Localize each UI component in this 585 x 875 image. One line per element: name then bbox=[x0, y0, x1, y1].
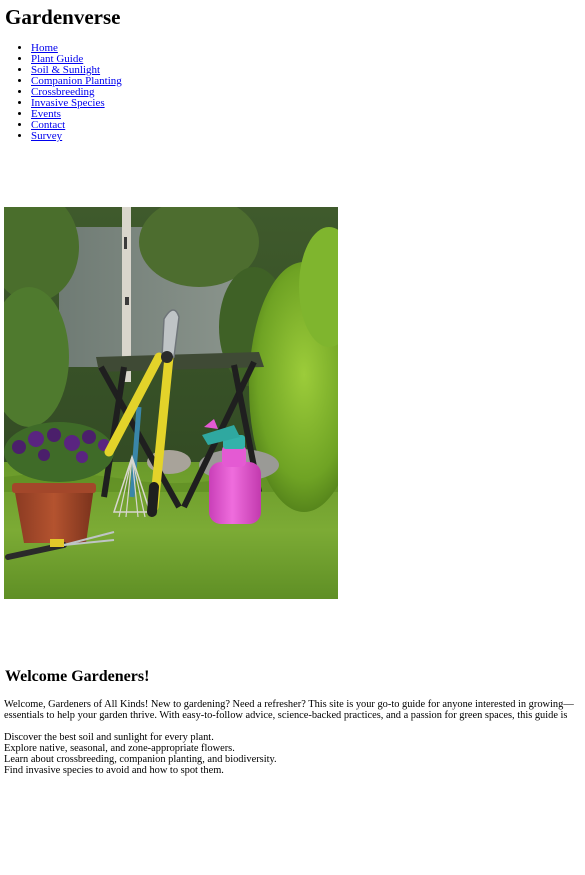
welcome-heading: Welcome Gardeners! bbox=[5, 668, 150, 685]
feature-item: Learn about crossbreeding, companion pla… bbox=[4, 754, 277, 765]
feature-item: Discover the best soil and sunlight for … bbox=[4, 732, 214, 743]
feature-list: Discover the best soil and sunlight for … bbox=[4, 732, 277, 776]
main-nav: Home Plant Guide Soil & Sunlight Compani… bbox=[5, 43, 122, 142]
intro-line: Welcome, Gardeners of All Kinds! New to … bbox=[4, 699, 574, 710]
hero-image bbox=[4, 207, 338, 599]
nav-item-survey: Survey bbox=[31, 131, 122, 142]
feature-item: Explore native, seasonal, and zone-appro… bbox=[4, 743, 235, 754]
feature-item: Find invasive species to avoid and how t… bbox=[4, 765, 224, 776]
nav-link-survey[interactable]: Survey bbox=[31, 130, 62, 142]
birch-trunk bbox=[122, 207, 131, 382]
purple-flowers bbox=[4, 422, 114, 482]
intro-line: essentials to help your garden thrive. W… bbox=[4, 710, 568, 721]
intro-paragraph: Welcome, Gardeners of All Kinds! New to … bbox=[4, 699, 585, 721]
site-title: Gardenverse bbox=[5, 5, 121, 29]
terracotta-pot bbox=[14, 487, 94, 543]
